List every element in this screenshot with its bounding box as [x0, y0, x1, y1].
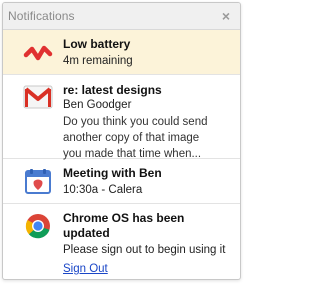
notification-title: Chrome OS has been updated	[63, 211, 185, 240]
notification-subtitle: 4m remaining	[63, 55, 133, 67]
close-icon[interactable]: ×	[220, 9, 232, 23]
notification-body: Low battery 4m remaining	[63, 36, 240, 74]
low-battery-icon	[21, 36, 55, 70]
notification-message: Do you think you could send another copy…	[63, 116, 208, 160]
sign-out-link[interactable]: Sign Out	[63, 261, 108, 277]
notification-title: Meeting with Ben	[63, 166, 162, 180]
calendar-icon	[21, 165, 55, 199]
gmail-icon	[21, 83, 55, 117]
notification-email[interactable]: re: latest designs Ben Goodger Do you th…	[3, 75, 240, 160]
notification-body: re: latest designs Ben Goodger Do you th…	[63, 83, 240, 160]
notification-panel: Notifications × Low battery 4m remaining	[0, 0, 243, 284]
notification-sender: Ben Goodger	[63, 99, 132, 111]
notification-title: re: latest designs	[63, 83, 162, 97]
notification-message: Please sign out to begin using it	[63, 244, 226, 256]
notification-low-battery[interactable]: Low battery 4m remaining	[3, 30, 240, 75]
notification-calendar[interactable]: Meeting with Ben 10:30a - Calera	[3, 159, 240, 204]
notification-body: Chrome OS has been updated Please sign o…	[63, 210, 240, 275]
panel-header: Notifications ×	[3, 3, 240, 30]
panel-title: Notifications	[8, 9, 75, 23]
chrome-icon	[21, 210, 55, 244]
notification-panel-frame: Notifications × Low battery 4m remaining	[2, 2, 241, 280]
notification-subtitle: 10:30a - Calera	[63, 184, 143, 196]
notification-title: Low battery	[63, 37, 131, 51]
notification-system-update[interactable]: Chrome OS has been updated Please sign o…	[3, 204, 240, 275]
notification-body: Meeting with Ben 10:30a - Calera	[63, 165, 240, 203]
